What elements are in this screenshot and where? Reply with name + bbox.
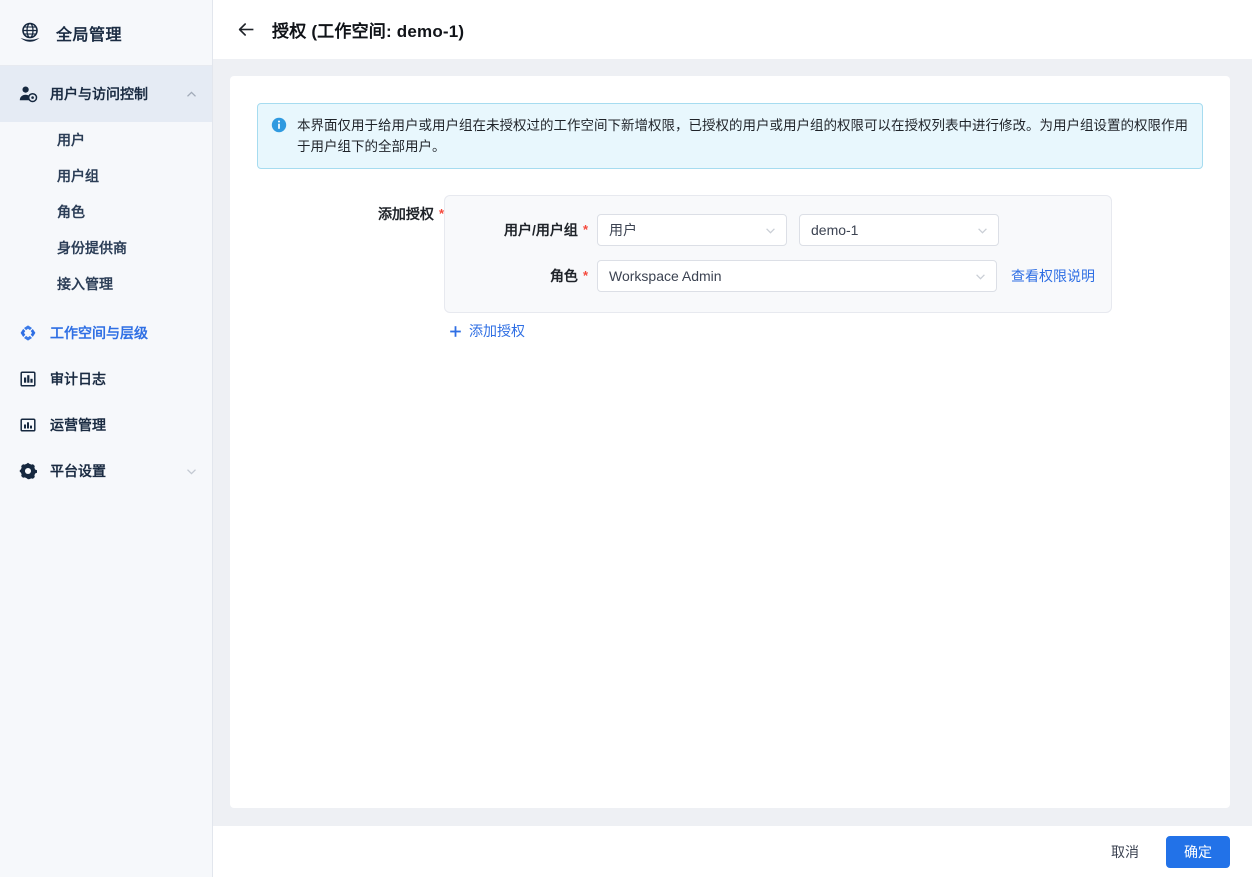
sidebar-item-label: 接入管理 (57, 276, 113, 292)
sidebar-item-label: 工作空间与层级 (50, 325, 148, 341)
add-authorization-label: 添加授权 (469, 323, 525, 339)
plus-icon (449, 325, 462, 338)
user-settings-icon (18, 84, 38, 104)
sidebar-item-platform-settings[interactable]: 平台设置 (0, 448, 212, 494)
brand[interactable]: 全局管理 (0, 0, 212, 66)
sidebar: 全局管理 用户与访问控制 用户 用户组 角色 身份提供商 接入管理 工作空间与层… (0, 0, 213, 877)
sidebar-item-label: 审计日志 (50, 371, 106, 387)
role-select[interactable]: Workspace Admin (597, 260, 997, 292)
chevron-down-icon (185, 465, 198, 478)
gear-icon (18, 461, 38, 481)
row-label-text: 用户/用户组 (504, 222, 578, 238)
section-label: 添加授权 * (257, 195, 444, 224)
add-authorization-section: 添加授权 * 用户/用户组 * 用户 demo-1 角色 * Workspace… (257, 195, 1203, 313)
main-content: 授权 (工作空间: demo-1) 本界面仅用于给用户或用户组在未授权过的工作空… (213, 0, 1252, 877)
authorization-entry: 用户/用户组 * 用户 demo-1 角色 * Workspace Admin … (444, 195, 1112, 313)
back-arrow-icon[interactable] (237, 20, 256, 39)
principal-type-value: 用户 (609, 222, 637, 238)
chevron-up-icon (185, 88, 198, 101)
app-root: 全局管理 用户与访问控制 用户 用户组 角色 身份提供商 接入管理 工作空间与层… (0, 0, 1252, 877)
sidebar-item-audit-log[interactable]: 审计日志 (0, 356, 212, 402)
sidebar-item-identity-providers[interactable]: 身份提供商 (0, 230, 212, 266)
info-banner: 本界面仅用于给用户或用户组在未授权过的工作空间下新增权限，已授权的用户或用户组的… (257, 103, 1203, 169)
sidebar-group-label: 用户与访问控制 (50, 86, 148, 102)
globe-icon (17, 20, 43, 46)
content-card: 本界面仅用于给用户或用户组在未授权过的工作空间下新增权限，已授权的用户或用户组的… (230, 76, 1230, 808)
page-body: 本界面仅用于给用户或用户组在未授权过的工作空间下新增权限，已授权的用户或用户组的… (213, 59, 1252, 826)
sidebar-item-users[interactable]: 用户 (0, 122, 212, 158)
chevron-down-icon (764, 224, 777, 237)
principal-name-select[interactable]: demo-1 (799, 214, 999, 246)
chevron-down-icon (974, 270, 987, 283)
sidebar-item-roles[interactable]: 角色 (0, 194, 212, 230)
row-label-user-or-group: 用户/用户组 * (445, 220, 597, 240)
footer-actions: 取消 确定 (213, 826, 1252, 877)
sidebar-nav: 用户与访问控制 用户 用户组 角色 身份提供商 接入管理 工作空间与层级 审计日… (0, 66, 212, 494)
sidebar-group-user-access[interactable]: 用户与访问控制 (0, 66, 212, 122)
view-permission-description-link[interactable]: 查看权限说明 (1011, 266, 1095, 286)
sidebar-item-access-management[interactable]: 接入管理 (0, 266, 212, 302)
sidebar-item-workspaces[interactable]: 工作空间与层级 (0, 310, 212, 356)
sidebar-item-label: 用户组 (57, 168, 99, 184)
sidebar-item-label: 用户 (57, 132, 85, 148)
add-authorization-button[interactable]: 添加授权 (444, 321, 525, 341)
role-value: Workspace Admin (609, 268, 722, 284)
principal-name-value: demo-1 (811, 222, 859, 238)
required-mark: * (582, 222, 588, 237)
row-label-text: 角色 (549, 268, 578, 284)
section-label-text: 添加授权 (377, 206, 434, 222)
chevron-down-icon (976, 224, 989, 237)
page-header: 授权 (工作空间: demo-1) (213, 0, 1252, 59)
audit-log-icon (18, 369, 38, 389)
confirm-button[interactable]: 确定 (1166, 836, 1230, 868)
brand-label: 全局管理 (56, 26, 123, 44)
sidebar-item-user-groups[interactable]: 用户组 (0, 158, 212, 194)
row-role: 角色 * Workspace Admin 查看权限说明 (445, 260, 1111, 292)
workspace-icon (18, 323, 38, 343)
cancel-button[interactable]: 取消 (1093, 836, 1157, 868)
operations-icon (18, 415, 38, 435)
sidebar-item-label: 身份提供商 (57, 240, 127, 256)
info-banner-text: 本界面仅用于给用户或用户组在未授权过的工作空间下新增权限，已授权的用户或用户组的… (297, 118, 1188, 154)
info-icon (271, 117, 287, 133)
row-user-or-group: 用户/用户组 * 用户 demo-1 (445, 214, 1111, 246)
principal-type-select[interactable]: 用户 (597, 214, 787, 246)
sidebar-item-label: 平台设置 (50, 463, 106, 479)
page-title: 授权 (工作空间: demo-1) (272, 22, 465, 41)
required-mark: * (582, 268, 588, 283)
sidebar-item-label: 角色 (57, 204, 85, 220)
sidebar-item-operations[interactable]: 运营管理 (0, 402, 212, 448)
row-label-role: 角色 * (445, 266, 597, 286)
sidebar-item-label: 运营管理 (50, 417, 106, 433)
